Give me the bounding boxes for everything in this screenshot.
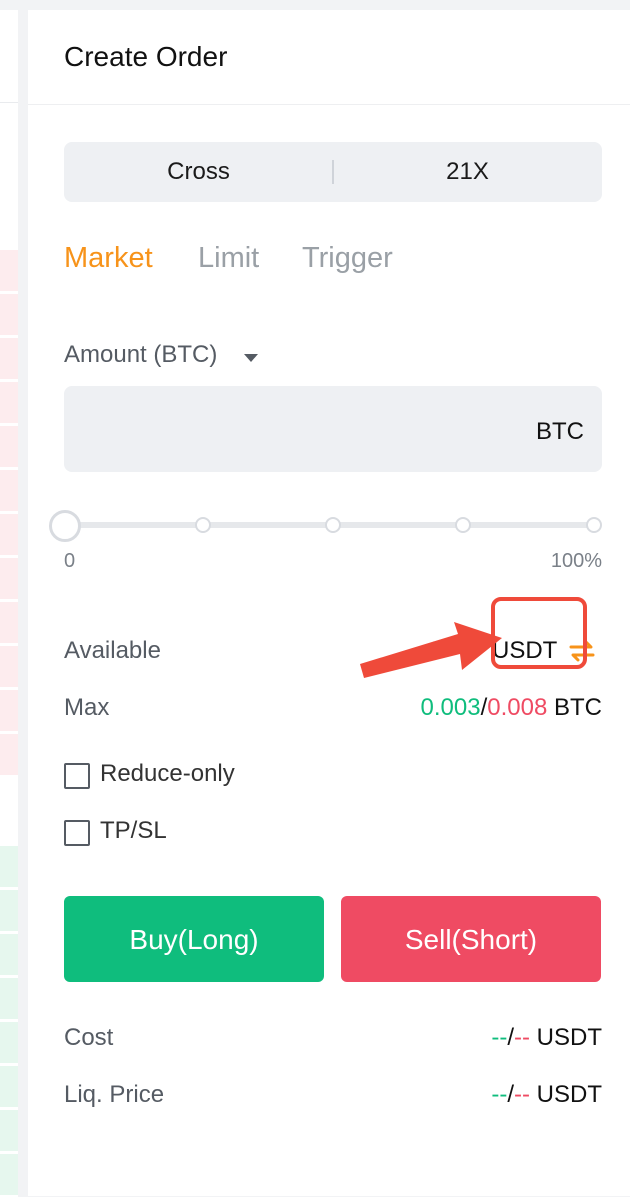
bid-row	[0, 890, 18, 933]
cost-label: Cost	[64, 1024, 114, 1051]
reduce-only-checkbox[interactable]	[64, 763, 90, 789]
max-unit: BTC	[554, 694, 602, 721]
cost-value: --/-- USDT	[491, 1024, 602, 1052]
panel-title: Create Order	[64, 41, 228, 72]
orderbook-edge-header	[0, 10, 18, 103]
bid-row	[0, 934, 18, 977]
tpsl-checkbox[interactable]	[64, 820, 90, 846]
annotation-highlight-box	[491, 597, 587, 669]
bid-row	[0, 846, 18, 889]
ask-row	[0, 338, 18, 381]
liq-short-value: --	[514, 1081, 530, 1108]
tab-limit[interactable]: Limit	[198, 242, 259, 275]
liq-price-label: Liq. Price	[64, 1081, 165, 1108]
amount-unit-label: BTC	[536, 418, 584, 445]
liq-long-value: --	[491, 1081, 508, 1108]
margin-settings: Cross 21X	[64, 142, 602, 202]
ask-row	[0, 734, 18, 777]
ask-row	[0, 690, 18, 733]
ask-row	[0, 294, 18, 337]
ask-row	[0, 558, 18, 601]
available-label: Available	[64, 637, 161, 664]
slider-handle[interactable]	[49, 510, 81, 542]
ask-row	[0, 382, 18, 425]
bid-row	[0, 1022, 18, 1065]
buy-long-button[interactable]: Buy(Long)	[64, 896, 324, 982]
liq-price-value: --/-- USDT	[491, 1081, 602, 1109]
ask-row	[0, 602, 18, 645]
slider-step-75[interactable]	[455, 517, 471, 533]
cost-unit: USDT	[536, 1024, 602, 1051]
orderbook-edge	[0, 10, 18, 1197]
bid-row	[0, 1154, 18, 1197]
bid-row	[0, 1066, 18, 1109]
max-value: 0.003/0.008 BTC	[421, 694, 602, 722]
ask-row	[0, 426, 18, 469]
ask-row	[0, 250, 18, 293]
max-label: Max	[64, 694, 110, 721]
margin-mode-button[interactable]: Cross	[64, 142, 333, 202]
ask-row	[0, 470, 18, 513]
caret-down-icon[interactable]	[244, 354, 258, 362]
cost-short-value: --	[514, 1024, 530, 1051]
slider-step-50[interactable]	[325, 517, 341, 533]
slider-max-label: 100%	[550, 550, 602, 572]
slider-step-100[interactable]	[586, 517, 602, 533]
slider-step-25[interactable]	[195, 517, 211, 533]
sell-short-button[interactable]: Sell(Short)	[341, 896, 601, 982]
max-long-value: 0.003	[420, 694, 481, 721]
ask-row	[0, 646, 18, 689]
amount-slider[interactable]	[49, 510, 602, 542]
cost-long-value: --	[491, 1024, 508, 1051]
amount-unit-selector[interactable]: Amount (BTC)	[64, 341, 217, 369]
ask-row	[0, 514, 18, 557]
liq-separator: /	[507, 1081, 514, 1108]
leverage-button[interactable]: 21X	[333, 142, 602, 202]
tab-trigger[interactable]: Trigger	[302, 242, 393, 275]
cost-separator: /	[507, 1024, 514, 1051]
panel-header: Create Order	[28, 10, 630, 105]
slider-min-label: 0	[64, 550, 76, 572]
tpsl-label[interactable]: TP/SL	[100, 817, 167, 845]
tab-market[interactable]: Market	[64, 242, 153, 275]
bid-row	[0, 978, 18, 1021]
liq-unit: USDT	[536, 1081, 602, 1108]
max-short-value: 0.008	[487, 694, 548, 721]
bid-row	[0, 1110, 18, 1153]
amount-input[interactable]	[64, 386, 602, 472]
reduce-only-label[interactable]: Reduce-only	[100, 760, 235, 788]
